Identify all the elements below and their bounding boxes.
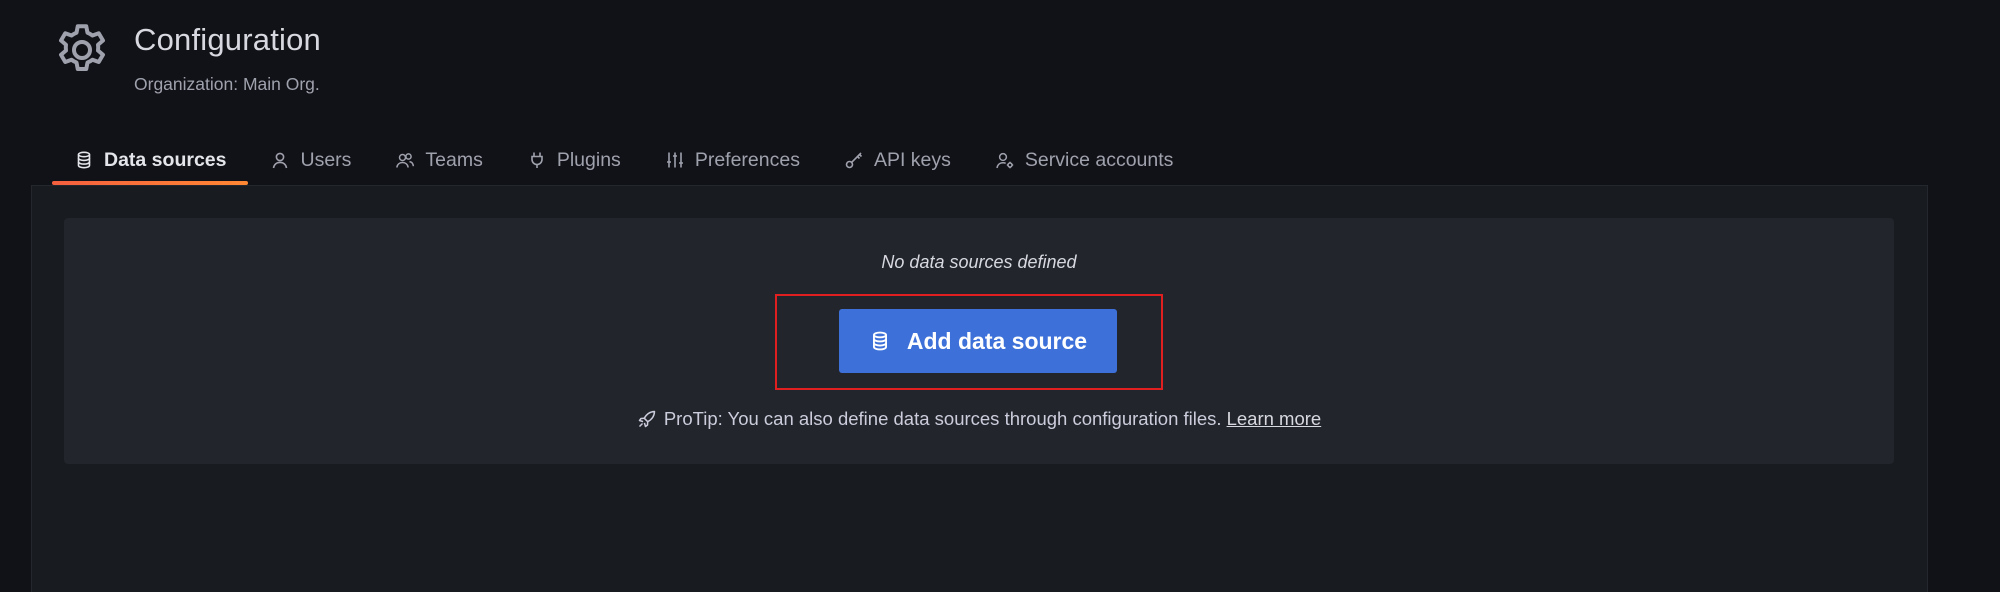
page-title: Configuration xyxy=(134,22,321,57)
user-icon xyxy=(270,150,290,170)
tab-preferences[interactable]: Preferences xyxy=(643,140,822,180)
key-icon xyxy=(844,150,864,170)
tab-bar: Data sources Users Teams Plugins Prefere… xyxy=(52,140,1195,185)
tab-data-sources[interactable]: Data sources xyxy=(52,140,249,185)
add-data-source-label: Add data source xyxy=(906,327,1088,354)
rocket-icon xyxy=(637,409,657,429)
tab-teams[interactable]: Teams xyxy=(373,140,504,180)
empty-state-message: No data sources defined xyxy=(881,252,1077,272)
tab-label: Plugins xyxy=(556,148,621,171)
tab-users[interactable]: Users xyxy=(248,140,373,180)
database-icon xyxy=(869,330,891,352)
tab-plugins[interactable]: Plugins xyxy=(505,140,643,180)
sliders-icon xyxy=(665,150,685,170)
empty-state-card: No data sources defined Add data source … xyxy=(64,218,1894,464)
user-cog-icon xyxy=(995,150,1015,170)
plug-icon xyxy=(527,150,547,170)
protip: ProTip: You can also define data sources… xyxy=(64,408,1894,430)
learn-more-link[interactable]: Learn more xyxy=(1227,408,1322,430)
tab-label: Service accounts xyxy=(1024,148,1174,171)
database-icon xyxy=(74,150,94,170)
tab-label: Data sources xyxy=(104,148,227,171)
tab-label: API keys xyxy=(873,148,951,171)
tab-api-keys[interactable]: API keys xyxy=(822,140,973,180)
page-header: Configuration Organization: Main Org. xyxy=(52,18,321,95)
tab-label: Teams xyxy=(425,148,483,171)
users-icon xyxy=(395,150,415,170)
gear-icon xyxy=(52,20,112,80)
tab-label: Preferences xyxy=(694,148,800,171)
tab-label: Users xyxy=(300,148,352,171)
add-data-source-button[interactable]: Add data source xyxy=(839,309,1117,373)
tab-service-accounts[interactable]: Service accounts xyxy=(973,140,1196,180)
page-subtitle: Organization: Main Org. xyxy=(134,74,320,94)
protip-text: ProTip: You can also define data sources… xyxy=(663,408,1222,429)
